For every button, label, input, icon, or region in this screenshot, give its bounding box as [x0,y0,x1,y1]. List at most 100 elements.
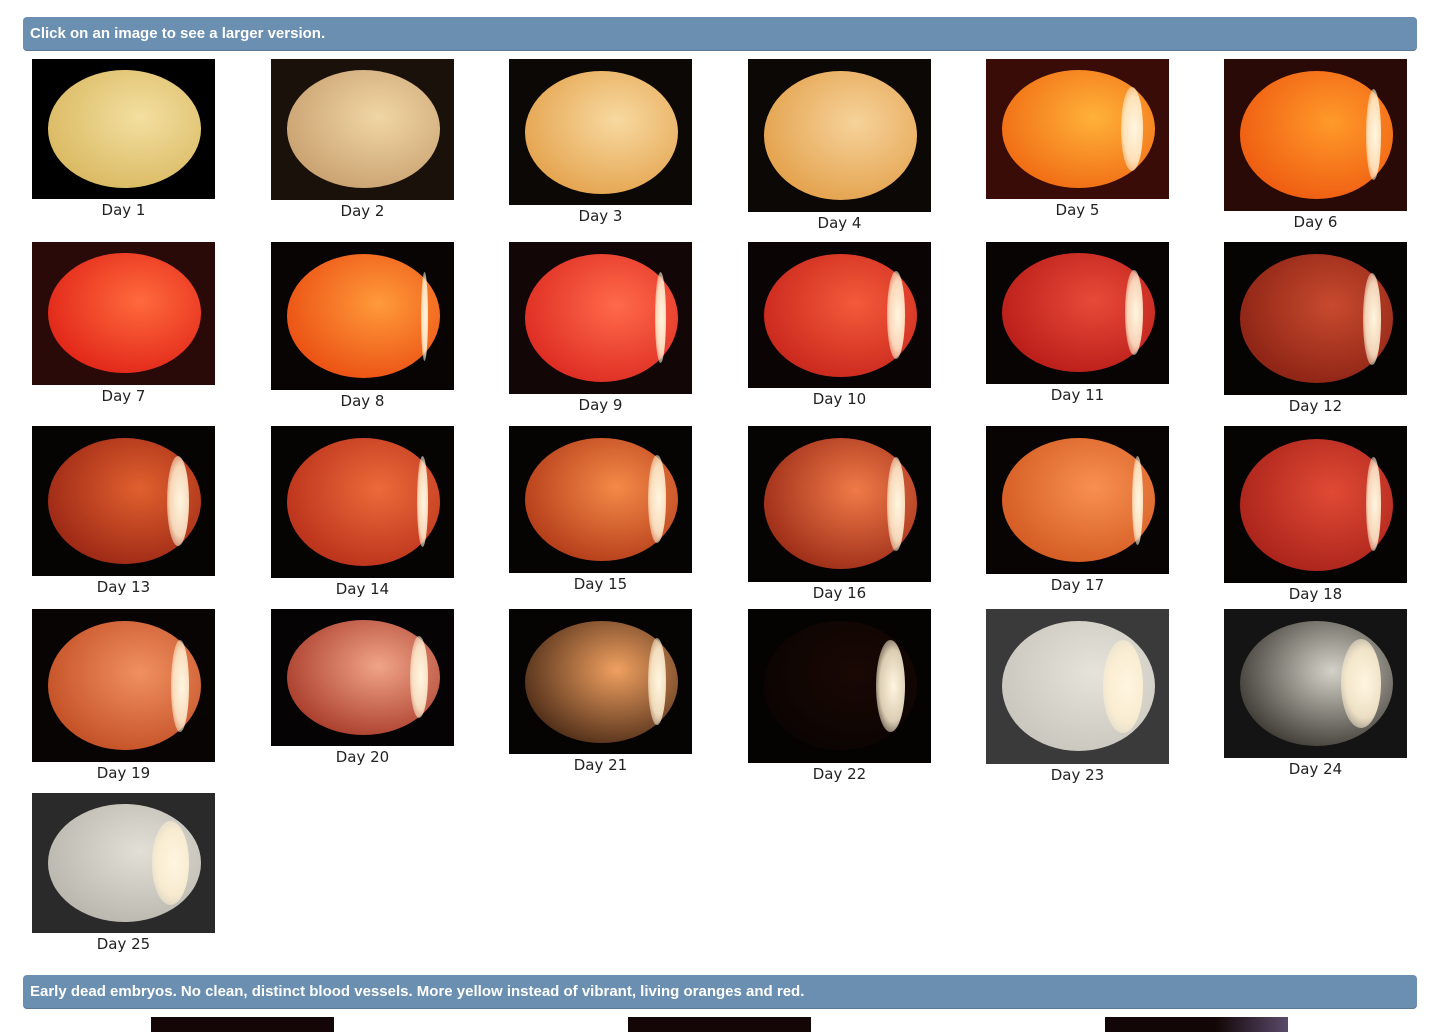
day-caption: Day 4 [817,214,862,232]
egg-photo[interactable] [32,242,215,385]
egg-photo[interactable] [32,793,215,933]
day-caption: Day 15 [573,575,628,593]
dead-embryo-thumbnail[interactable] [628,1017,811,1032]
egg-shell [48,253,201,373]
egg-photo[interactable] [1224,609,1407,758]
candle-light-spot [1366,89,1381,180]
egg-thumbnail-link[interactable]: Day 10 [748,242,931,408]
egg-thumbnail-link[interactable]: Day 15 [509,426,692,593]
candle-light-spot [152,821,189,905]
egg-thumbnail-link[interactable]: Day 20 [271,609,454,766]
day-caption: Day 8 [340,392,385,410]
candle-light-spot [171,640,189,732]
instructions-text: Click on an image to see a larger versio… [30,25,326,42]
day-caption: Day 17 [1050,576,1105,594]
egg-photo[interactable] [986,59,1169,199]
egg-photo[interactable] [748,426,931,582]
egg-thumbnail-link[interactable]: Day 19 [32,609,215,782]
egg-thumbnail-link[interactable]: Day 12 [1224,242,1407,415]
day-caption: Day 19 [96,764,151,782]
candle-light-spot [887,271,905,359]
candle-light-spot [1121,87,1143,171]
dead-embryos-text: Early dead embryos. No clean, distinct b… [30,983,805,1000]
day-caption: Day 10 [812,390,867,408]
egg-photo[interactable] [32,426,215,576]
day-caption: Day 7 [101,387,146,405]
egg-photo[interactable] [271,426,454,578]
egg-photo[interactable] [1224,242,1407,395]
dead-embryo-thumbnail[interactable] [151,1017,334,1032]
egg-photo[interactable] [509,609,692,754]
egg-photo[interactable] [509,242,692,394]
candle-light-spot [417,456,428,547]
day-caption: Day 13 [96,578,151,596]
egg-shell [287,254,440,378]
egg-thumbnail-link[interactable]: Day 4 [748,59,931,232]
egg-thumbnail-link[interactable]: Day 16 [748,426,931,602]
day-caption: Day 18 [1288,585,1343,603]
egg-thumbnail-link[interactable]: Day 18 [1224,426,1407,603]
egg-thumbnail-link[interactable]: Day 25 [32,793,215,953]
day-caption: Day 3 [578,207,623,225]
day-caption: Day 1 [101,201,146,219]
egg-photo[interactable] [509,426,692,573]
day-caption: Day 20 [335,748,390,766]
candle-light-spot [876,640,905,732]
egg-photo[interactable] [271,242,454,390]
egg-shell [525,71,678,194]
egg-thumbnail-link[interactable]: Day 8 [271,242,454,410]
egg-photo[interactable] [748,242,931,388]
egg-photo[interactable] [986,609,1169,764]
egg-thumbnail-link[interactable]: Day 11 [986,242,1169,404]
candle-light-spot [1366,457,1381,551]
egg-thumbnail-link[interactable]: Day 7 [32,242,215,405]
egg-photo[interactable] [748,609,931,763]
egg-thumbnail-link[interactable]: Day 3 [509,59,692,225]
day-caption: Day 14 [335,580,390,598]
egg-thumbnail-link[interactable]: Day 1 [32,59,215,219]
candle-light-spot [167,456,189,546]
egg-thumbnail-link[interactable]: Day 24 [1224,609,1407,778]
day-caption: Day 6 [1293,213,1338,231]
egg-photo[interactable] [1224,426,1407,583]
egg-photo[interactable] [509,59,692,205]
dead-embryo-thumbnail[interactable] [1105,1017,1288,1032]
day-caption: Day 25 [96,935,151,953]
day-caption: Day 5 [1055,201,1100,219]
candle-light-spot [648,455,666,543]
candle-light-spot [1125,270,1143,355]
egg-shell [287,70,440,188]
day-caption: Day 9 [578,396,623,414]
candle-light-spot [1132,456,1143,545]
egg-thumbnail-link[interactable]: Day 22 [748,609,931,783]
egg-thumbnail-link[interactable]: Day 2 [271,59,454,220]
egg-thumbnail-link[interactable]: Day 9 [509,242,692,414]
egg-shell [48,70,201,188]
egg-photo[interactable] [1224,59,1407,211]
day-caption: Day 11 [1050,386,1105,404]
candle-light-spot [410,636,428,718]
egg-shell [764,71,917,200]
egg-thumbnail-link[interactable]: Day 5 [986,59,1169,219]
day-caption: Day 2 [340,202,385,220]
egg-photo[interactable] [32,59,215,199]
egg-photo[interactable] [32,609,215,762]
dead-embryos-banner: Early dead embryos. No clean, distinct b… [23,975,1417,1009]
candle-light-spot [887,457,905,551]
candle-light-spot [421,272,428,361]
day-caption: Day 16 [812,584,867,602]
egg-thumbnail-link[interactable]: Day 21 [509,609,692,774]
egg-thumbnail-link[interactable]: Day 6 [1224,59,1407,231]
candle-light-spot [648,638,666,725]
egg-photo[interactable] [986,426,1169,574]
egg-photo[interactable] [271,59,454,200]
egg-photo[interactable] [271,609,454,746]
egg-photo[interactable] [748,59,931,212]
egg-thumbnail-link[interactable]: Day 23 [986,609,1169,784]
egg-thumbnail-link[interactable]: Day 14 [271,426,454,598]
egg-thumbnail-link[interactable]: Day 17 [986,426,1169,594]
instructions-banner: Click on an image to see a larger versio… [23,17,1417,51]
candle-light-spot [1363,273,1381,365]
egg-thumbnail-link[interactable]: Day 13 [32,426,215,596]
egg-photo[interactable] [986,242,1169,384]
